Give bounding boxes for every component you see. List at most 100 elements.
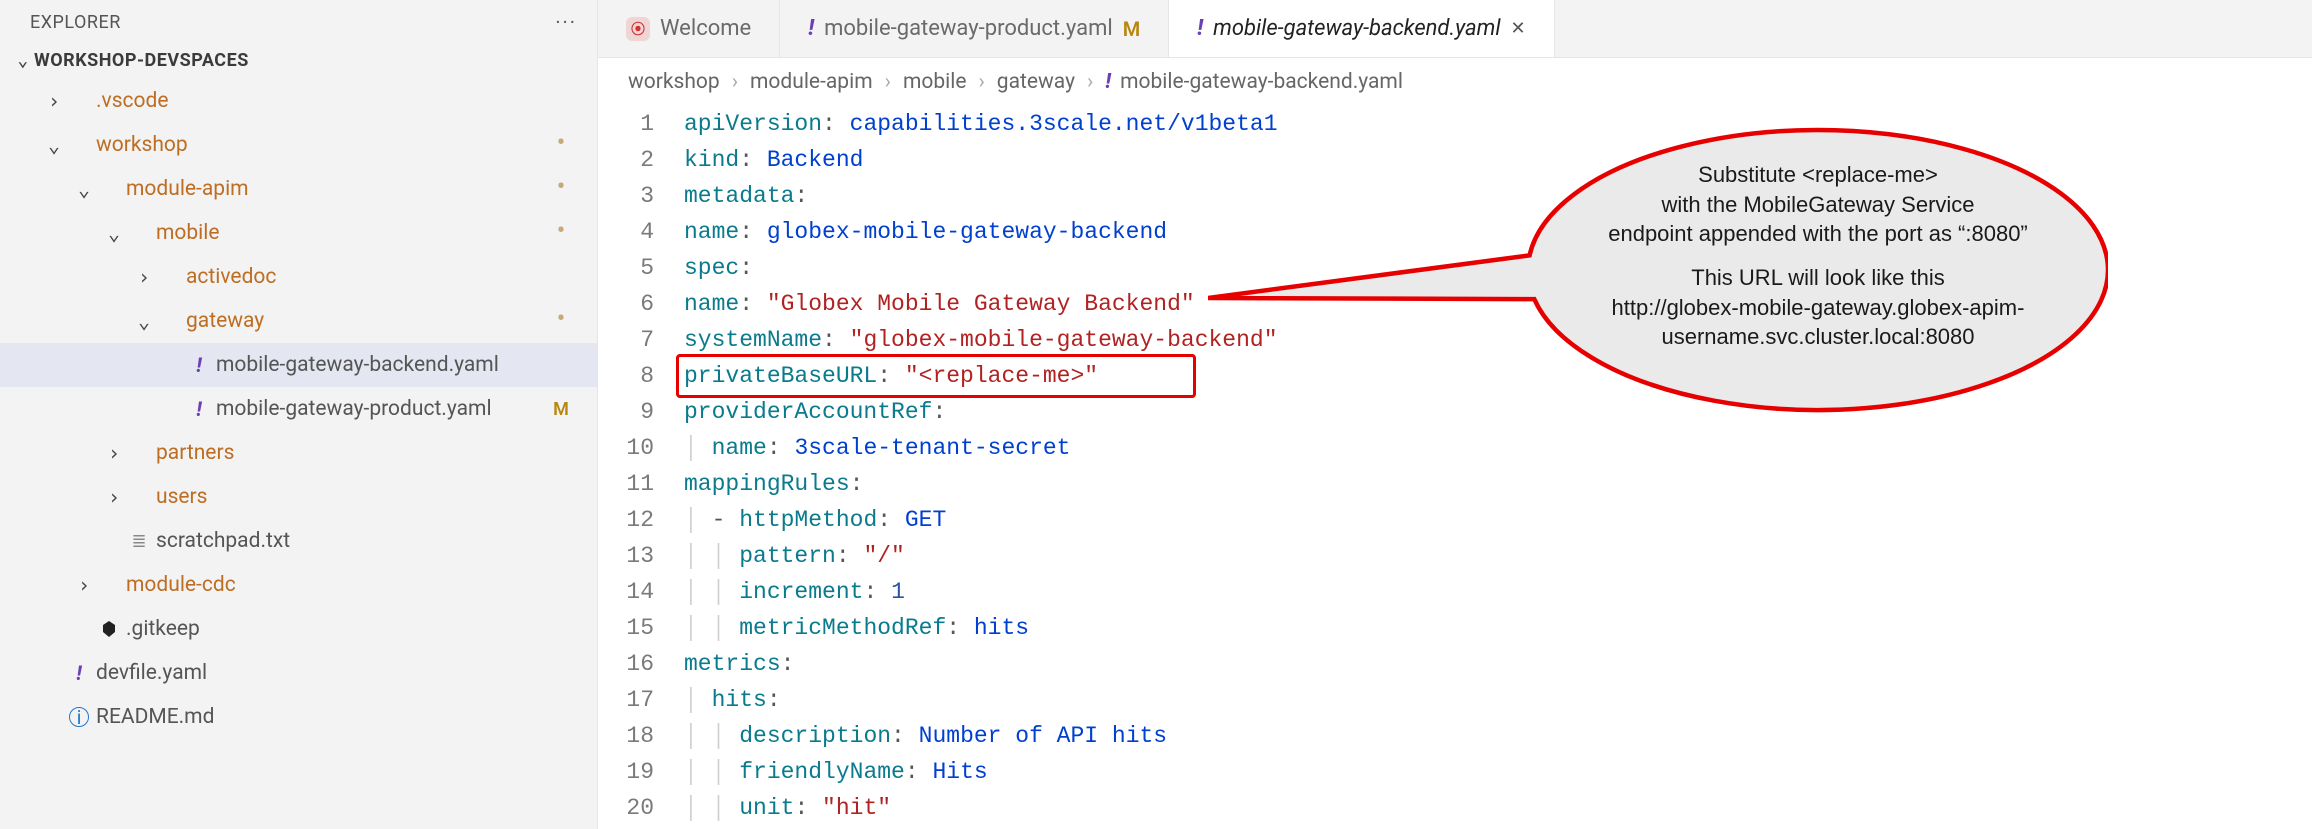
file-tree-label: devfile.yaml	[96, 661, 541, 685]
workspace-section-header[interactable]: ⌄ WORKSHOP-DEVSPACES	[0, 44, 597, 79]
file-tree-row[interactable]: ›activedoc	[0, 255, 597, 299]
workspace-name: WORKSHOP-DEVSPACES	[34, 50, 249, 71]
file-tree-row[interactable]: ≣scratchpad.txt	[0, 519, 597, 563]
code-line[interactable]: kind: Backend	[684, 142, 1278, 178]
line-number: 7	[598, 322, 654, 358]
yaml-file-icon: !	[66, 661, 92, 685]
line-number: 16	[598, 646, 654, 682]
line-number: 2	[598, 142, 654, 178]
code-line[interactable]: │ │ increment: 1	[684, 574, 1278, 610]
chevron-down-icon: ⌄	[72, 177, 96, 201]
breadcrumb-separator-icon: ›	[1087, 70, 1093, 94]
file-tree-label: mobile	[156, 221, 541, 245]
modified-dot-icon: •	[541, 133, 581, 157]
code-editor[interactable]: 1234567891011121314151617181920 apiVersi…	[598, 106, 2312, 829]
file-tree-label: .vscode	[96, 89, 541, 113]
yaml-file-icon: !	[186, 397, 212, 421]
editor-tab[interactable]: !mobile-gateway-product.yamlM	[780, 0, 1169, 57]
file-tree-label: mobile-gateway-product.yaml	[216, 397, 541, 421]
breadcrumb-segment[interactable]: mobile	[903, 70, 967, 94]
code-line[interactable]: │ hits:	[684, 682, 1278, 718]
code-line[interactable]: name: globex-mobile-gateway-backend	[684, 214, 1278, 250]
gitkeep-file-icon	[96, 620, 122, 638]
line-number: 9	[598, 394, 654, 430]
breadcrumb-segment[interactable]: gateway	[997, 70, 1075, 94]
text-file-icon: ≣	[126, 531, 152, 552]
modified-dot-icon: •	[541, 177, 581, 201]
line-number: 4	[598, 214, 654, 250]
breadcrumb-file[interactable]: ! mobile-gateway-backend.yaml	[1105, 70, 1403, 94]
file-tree-row[interactable]: !mobile-gateway-backend.yaml	[0, 343, 597, 387]
breadcrumb-segment[interactable]: module-apim	[750, 70, 873, 94]
explorer-sidebar: EXPLORER ··· ⌄ WORKSHOP-DEVSPACES ›.vsco…	[0, 0, 598, 829]
breadcrumb-segment[interactable]: workshop	[628, 70, 720, 94]
explorer-title: EXPLORER	[30, 12, 121, 33]
file-tree-row[interactable]: iREADME.md	[0, 695, 597, 739]
close-icon[interactable]: ✕	[1511, 18, 1526, 39]
yaml-file-icon: !	[186, 353, 212, 377]
yaml-file-icon: !	[1197, 16, 1203, 41]
code-line[interactable]: systemName: "globex-mobile-gateway-backe…	[684, 322, 1278, 358]
file-tree-row[interactable]: ⌄ module-apim•	[0, 167, 597, 211]
line-number: 13	[598, 538, 654, 574]
line-number: 1	[598, 106, 654, 142]
line-number: 3	[598, 178, 654, 214]
file-tree-row[interactable]: ⌄gateway•	[0, 299, 597, 343]
modified-badge: M	[1123, 17, 1141, 41]
file-tree-label: scratchpad.txt	[156, 529, 541, 553]
more-actions-icon[interactable]: ···	[555, 10, 577, 34]
line-number: 18	[598, 718, 654, 754]
code-line[interactable]: providerAccountRef:	[684, 394, 1278, 430]
code-line[interactable]: │ │ unit: "hit"	[684, 790, 1278, 826]
breadcrumb[interactable]: workshop›module-apim›mobile›gateway›! mo…	[598, 58, 2312, 106]
code-line[interactable]: │ │ friendlyName: Hits	[684, 754, 1278, 790]
line-number: 6	[598, 286, 654, 322]
file-tree-label: README.md	[96, 705, 541, 729]
line-number: 17	[598, 682, 654, 718]
breadcrumb-separator-icon: ›	[732, 70, 738, 94]
editor-area: ⦿Welcome!mobile-gateway-product.yamlM!mo…	[598, 0, 2312, 829]
code-line[interactable]: │ │ pattern: "/"	[684, 538, 1278, 574]
file-tree-row[interactable]: !devfile.yaml	[0, 651, 597, 695]
file-tree-row[interactable]: ⌄ mobile•	[0, 211, 597, 255]
code-line[interactable]: apiVersion: capabilities.3scale.net/v1be…	[684, 106, 1278, 142]
code-line[interactable]: privateBaseURL: "<replace-me>"	[684, 358, 1278, 394]
editor-tab[interactable]: ⦿Welcome	[598, 0, 780, 57]
breadcrumb-file-label: mobile-gateway-backend.yaml	[1120, 70, 1403, 94]
code-line[interactable]: │ - httpMethod: GET	[684, 502, 1278, 538]
app-root: EXPLORER ··· ⌄ WORKSHOP-DEVSPACES ›.vsco…	[0, 0, 2312, 829]
code-line[interactable]: mappingRules:	[684, 466, 1278, 502]
file-tree-label: partners	[156, 441, 541, 465]
code-line[interactable]: metadata:	[684, 178, 1278, 214]
file-tree-row[interactable]: .gitkeep	[0, 607, 597, 651]
modified-dot-icon: •	[541, 221, 581, 245]
code-line[interactable]: │ │ metricMethodRef: hits	[684, 610, 1278, 646]
chevron-right-icon: ›	[102, 441, 126, 465]
file-tree-row[interactable]: ⌄workshop•	[0, 123, 597, 167]
chevron-down-icon: ⌄	[102, 221, 126, 245]
line-number: 12	[598, 502, 654, 538]
code-line[interactable]: name: "Globex Mobile Gateway Backend"	[684, 286, 1278, 322]
code-line[interactable]: │ │ description: Number of API hits	[684, 718, 1278, 754]
line-number: 20	[598, 790, 654, 826]
line-gutter: 1234567891011121314151617181920	[598, 106, 672, 829]
file-tree-label: users	[156, 485, 541, 509]
code-content[interactable]: apiVersion: capabilities.3scale.net/v1be…	[672, 106, 1278, 829]
yaml-file-icon: !	[808, 16, 814, 41]
line-number: 8	[598, 358, 654, 394]
code-line[interactable]: metrics:	[684, 646, 1278, 682]
breadcrumb-separator-icon: ›	[978, 70, 984, 94]
code-line[interactable]: spec:	[684, 250, 1278, 286]
file-tree-row[interactable]: › users	[0, 475, 597, 519]
editor-tab[interactable]: !mobile-gateway-backend.yaml✕	[1169, 0, 1554, 57]
chevron-right-icon: ›	[132, 265, 156, 289]
file-tree-row[interactable]: ›module-cdc	[0, 563, 597, 607]
file-tree-row[interactable]: !mobile-gateway-product.yamlM	[0, 387, 597, 431]
code-line[interactable]: │ name: 3scale-tenant-secret	[684, 430, 1278, 466]
file-tree-label: module-apim	[126, 177, 541, 201]
file-tree-row[interactable]: › partners	[0, 431, 597, 475]
file-tree-row[interactable]: ›.vscode	[0, 79, 597, 123]
line-number: 15	[598, 610, 654, 646]
chevron-right-icon: ›	[102, 485, 126, 509]
file-tree: ›.vscode⌄workshop•⌄module-apim•⌄mobile•›…	[0, 79, 597, 829]
